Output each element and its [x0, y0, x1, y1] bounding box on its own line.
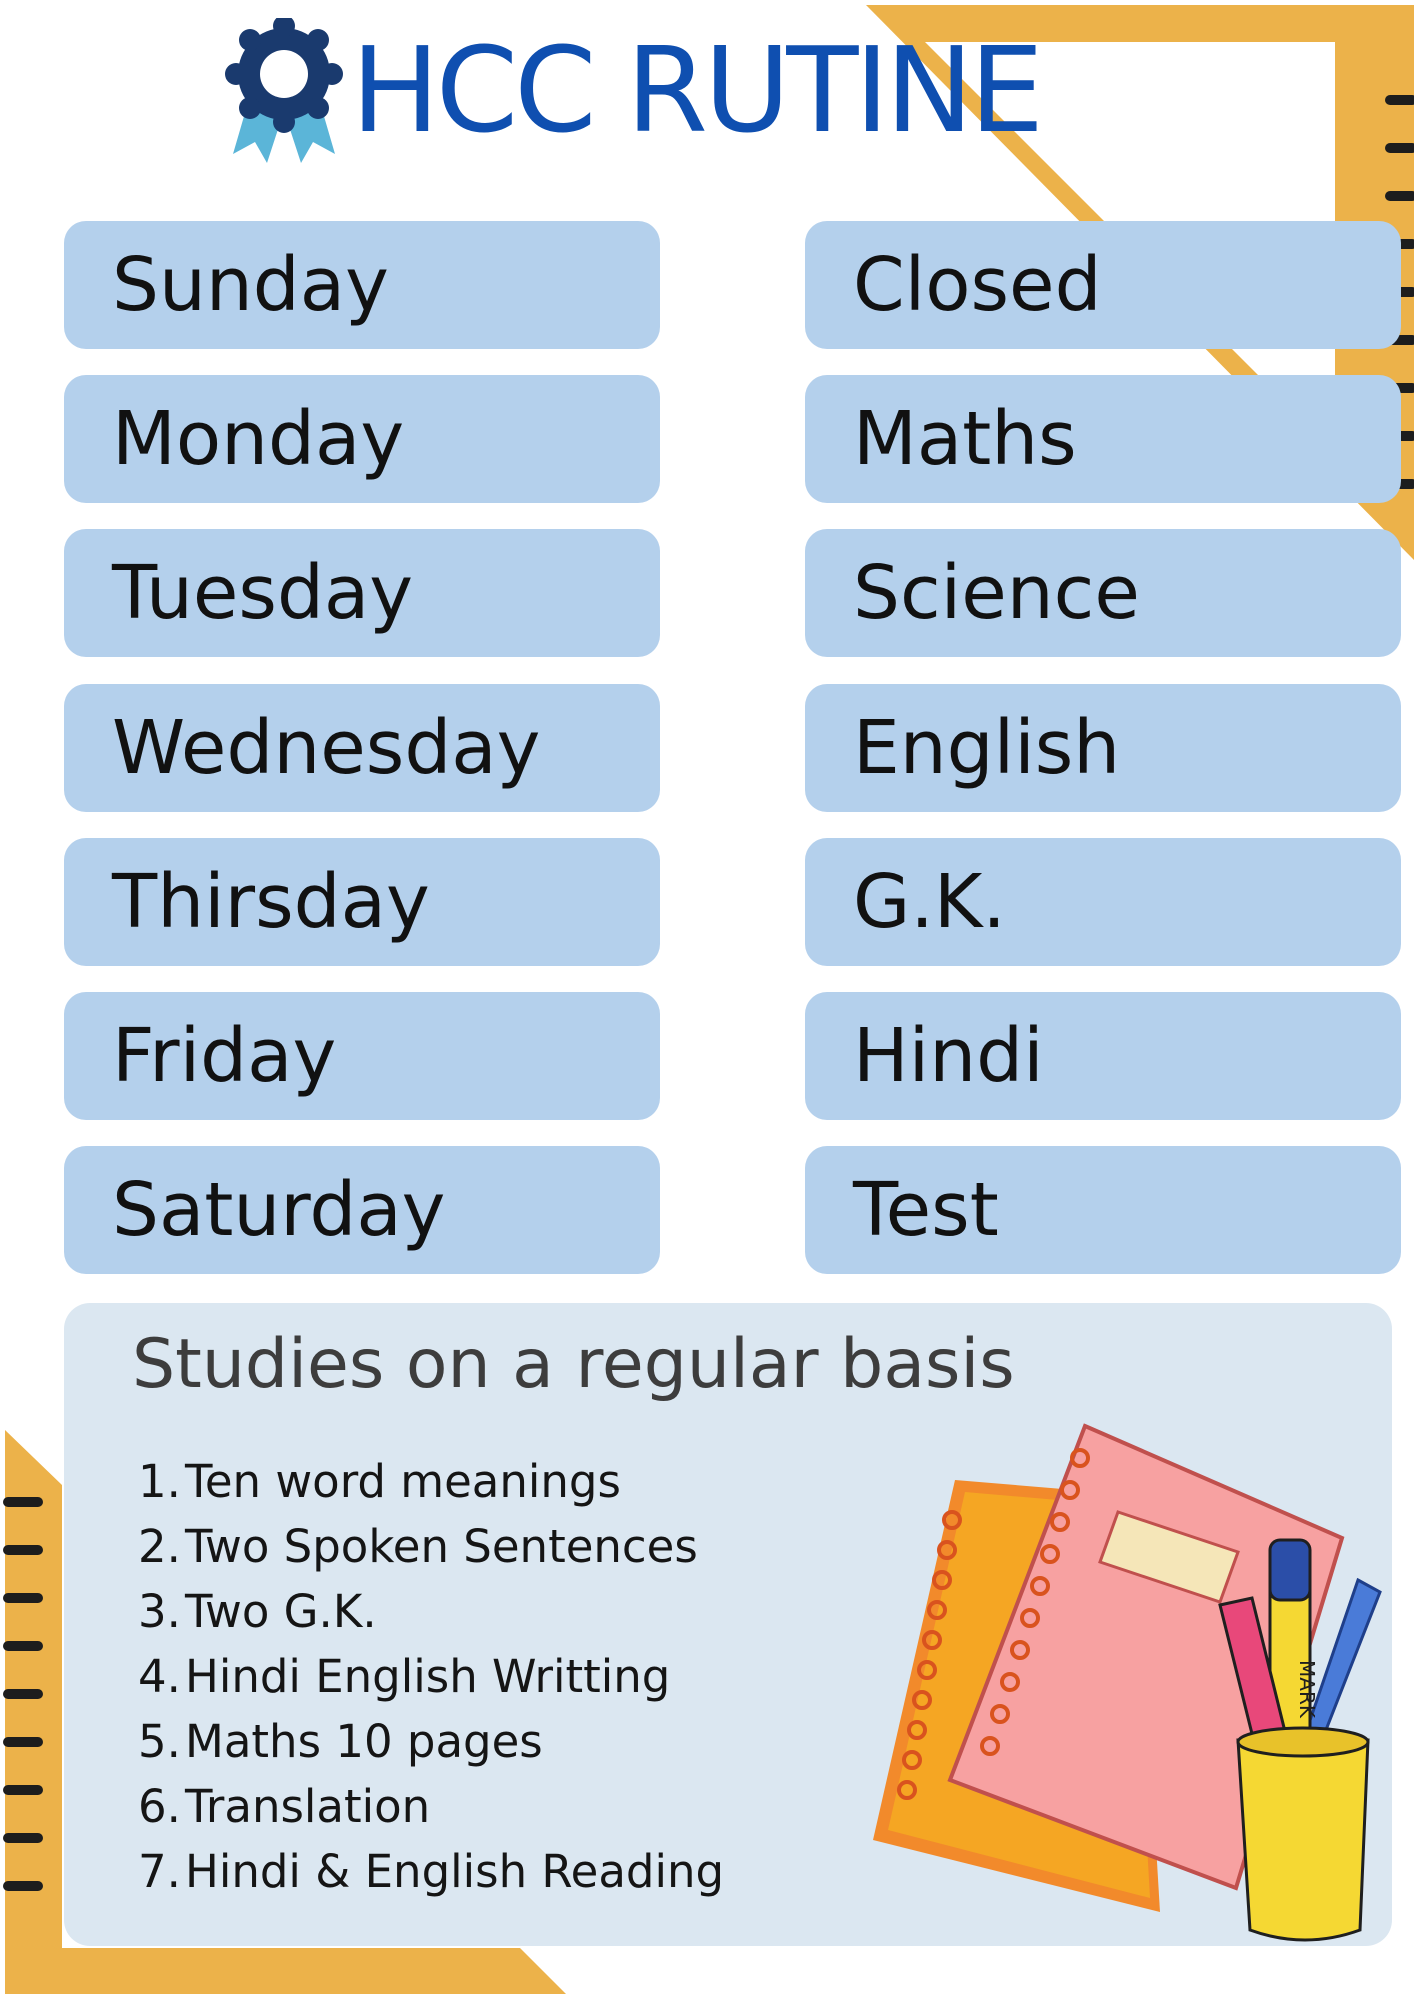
- page-title: HCC RUTINE: [351, 21, 1044, 159]
- day-wednesday: Wednesday: [64, 684, 660, 812]
- list-item: 2. Two Spoken Sentences: [138, 1514, 724, 1579]
- page-header: HCC RUTINE: [225, 17, 1044, 163]
- list-number: 6.: [138, 1780, 181, 1833]
- list-text: Translation: [185, 1780, 431, 1833]
- list-item: 3. Two G.K.: [138, 1579, 724, 1644]
- subject-tuesday: Science: [805, 529, 1401, 657]
- subject-friday: Hindi: [805, 992, 1401, 1120]
- list-text: Maths 10 pages: [185, 1715, 543, 1768]
- list-item: 1. Ten word meanings: [138, 1449, 724, 1514]
- list-item: 4. Hindi English Writting: [138, 1644, 724, 1709]
- studies-title: Studies on a regular basis: [132, 1325, 1015, 1404]
- marker-label: MARK: [1295, 1660, 1319, 1719]
- list-number: 3.: [138, 1585, 181, 1638]
- list-item: 7. Hindi & English Reading: [138, 1839, 724, 1904]
- day-monday: Monday: [64, 375, 660, 503]
- list-number: 1.: [138, 1455, 181, 1508]
- notebook-illustration: MARK: [873, 1423, 1382, 1942]
- list-text: Hindi & English Reading: [185, 1845, 725, 1898]
- subject-wednesday: English: [805, 684, 1401, 812]
- list-text: Two G.K.: [185, 1585, 377, 1638]
- studies-list: 1. Ten word meanings 2. Two Spoken Sentenc…: [138, 1449, 724, 1904]
- day-tuesday: Tuesday: [64, 529, 660, 657]
- day-sunday: Sunday: [64, 221, 660, 349]
- list-number: 5.: [138, 1715, 181, 1768]
- list-item: 6. Translation: [138, 1774, 724, 1839]
- list-number: 4.: [138, 1650, 181, 1703]
- badge-ribbon-icon: [225, 17, 343, 163]
- day-friday: Friday: [64, 992, 660, 1120]
- subject-sunday: Closed: [805, 221, 1401, 349]
- list-text: Ten word meanings: [185, 1455, 621, 1508]
- pencil-cup-icon: MARK: [1218, 1538, 1382, 1942]
- list-number: 2.: [138, 1520, 181, 1573]
- list-text: Hindi English Writting: [185, 1650, 671, 1703]
- subject-thursday: G.K.: [805, 838, 1401, 966]
- day-saturday: Saturday: [64, 1146, 660, 1274]
- list-text: Two Spoken Sentences: [185, 1520, 698, 1573]
- subject-monday: Maths: [805, 375, 1401, 503]
- day-thursday: Thirsday: [64, 838, 660, 966]
- list-item: 5. Maths 10 pages: [138, 1709, 724, 1774]
- subject-saturday: Test: [805, 1146, 1401, 1274]
- list-number: 7.: [138, 1845, 181, 1898]
